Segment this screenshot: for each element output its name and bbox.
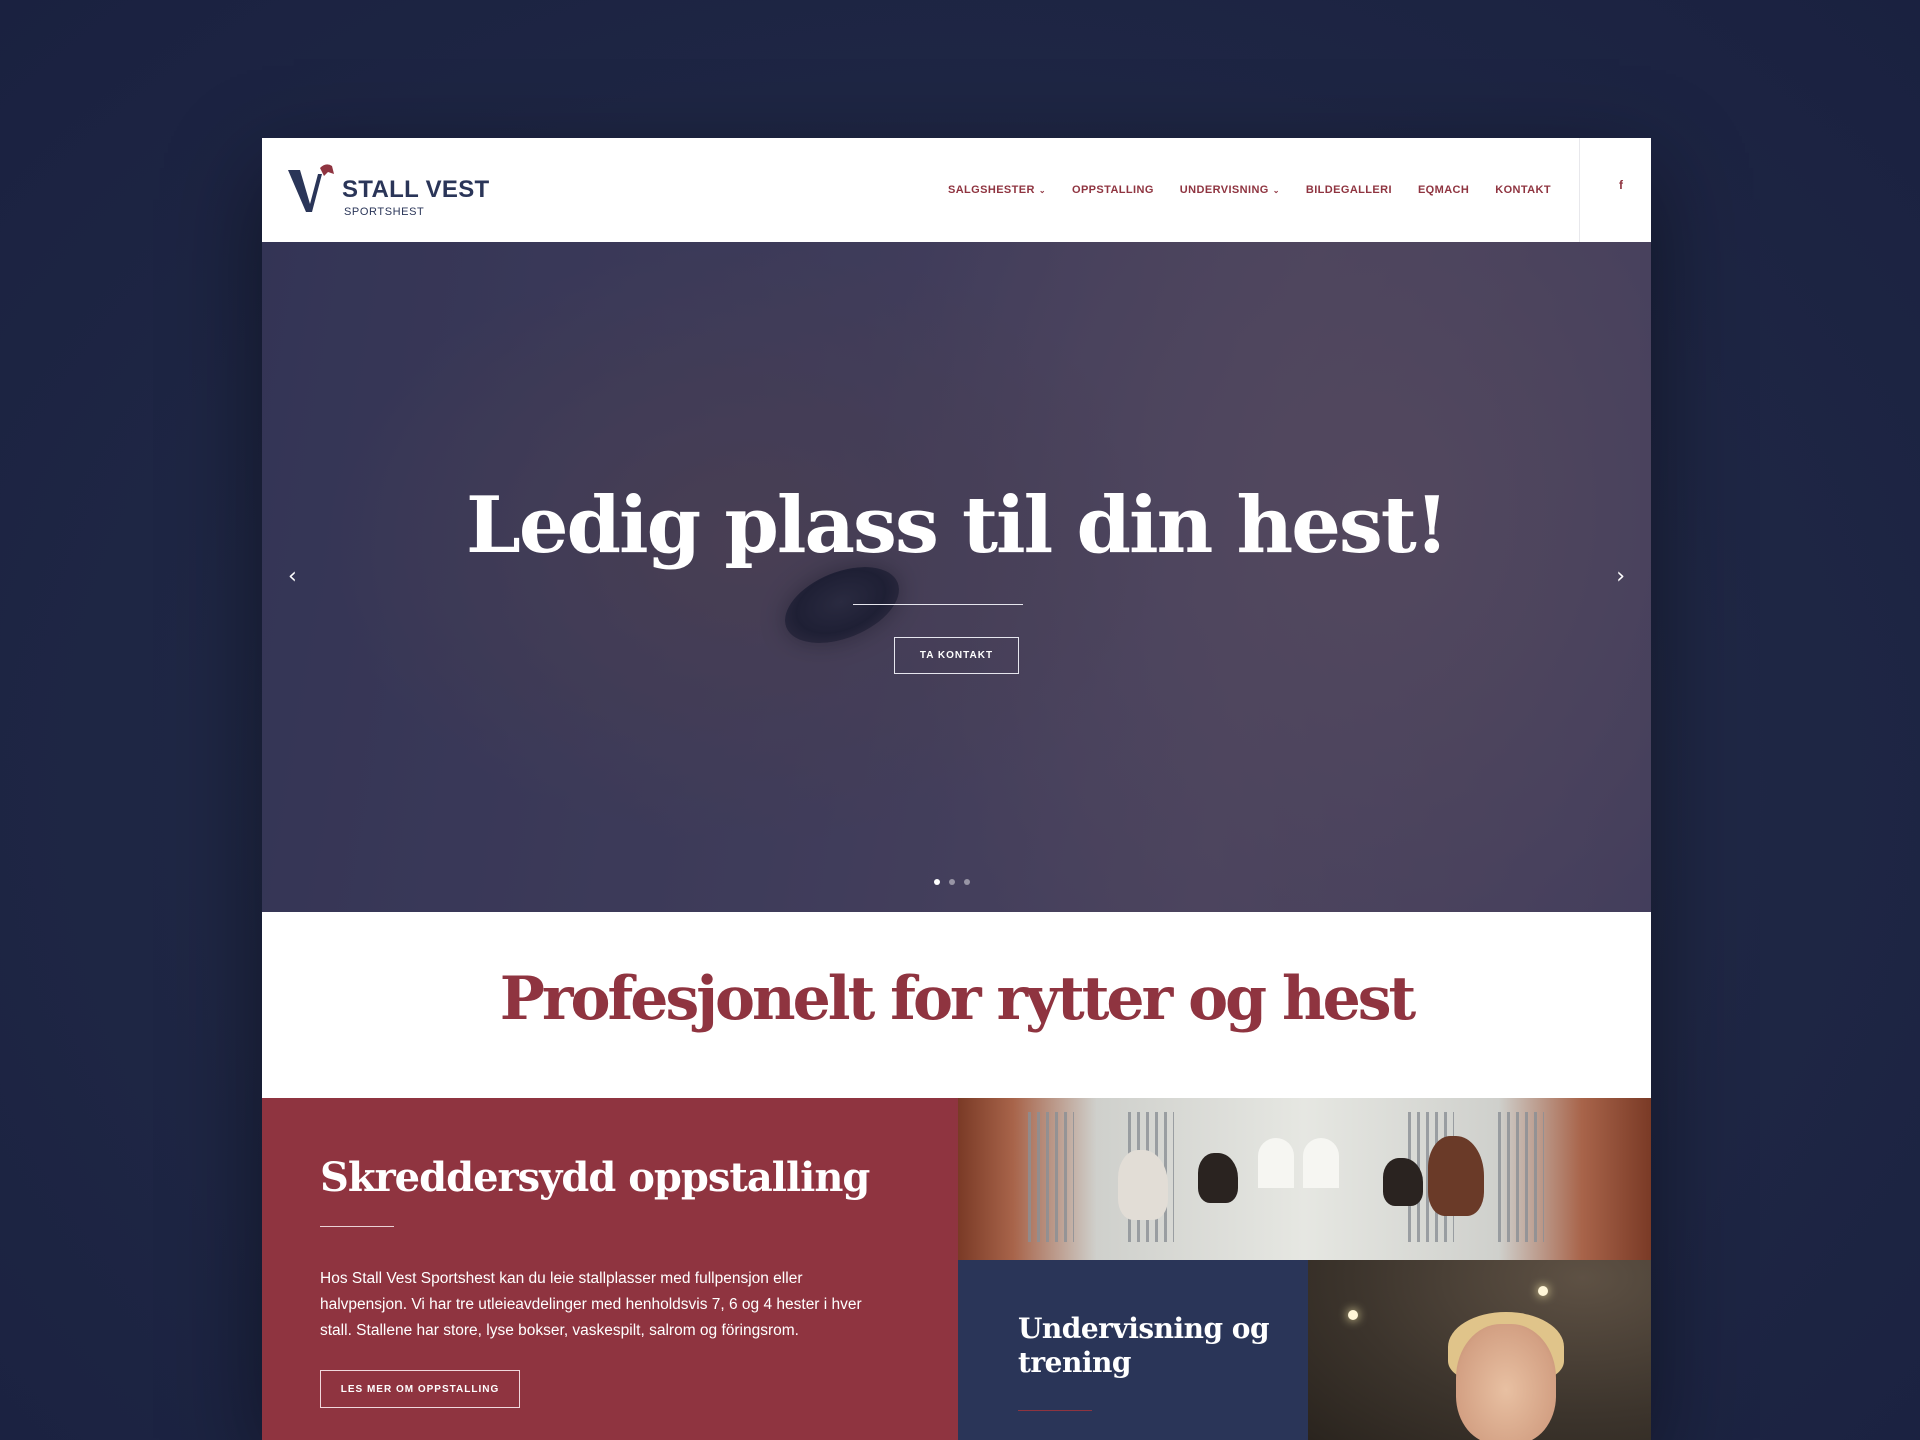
nav-item-label: OPPSTALLING <box>1071 184 1154 196</box>
white-horse <box>1118 1150 1168 1220</box>
nav-item-label: UNDERVISNING <box>1179 184 1269 196</box>
ceiling-light <box>1538 1286 1548 1296</box>
nav-item-undervisning[interactable]: UNDERVISNING ⌄ <box>1180 184 1280 196</box>
ceiling-light <box>1348 1310 1358 1320</box>
chevron-down-icon: ⌄ <box>1272 186 1280 195</box>
logo-tagline: SPORTSHEST <box>344 206 425 218</box>
facebook-icon[interactable]: f <box>1619 178 1623 192</box>
chevron-down-icon: ⌄ <box>1038 186 1046 195</box>
main-nav: SALGSHESTER ⌄ OPPSTALLING UNDERVISNING ⌄ B… <box>948 138 1551 242</box>
trainer-photo <box>1308 1260 1651 1440</box>
trainer-face <box>1456 1324 1556 1440</box>
contact-button[interactable]: TA KONTAKT <box>894 637 1019 674</box>
nav-item-eqmach[interactable]: EQMACH <box>1418 184 1469 196</box>
intro-title: Profesjonelt for rytter og hest <box>499 964 1417 1034</box>
site-header: STALL VEST SPORTSHEST SALGSHESTER ⌄ OPPST… <box>262 138 1651 242</box>
hero-divider <box>853 604 1023 605</box>
brown-horse <box>1428 1136 1484 1216</box>
undervisning-card: Undervisning og trening <box>958 1260 1308 1440</box>
nav-item-kontakt[interactable]: KONTAKT <box>1495 184 1551 196</box>
stable-window <box>1258 1138 1294 1188</box>
chevron-right-icon[interactable]: › <box>1616 564 1625 589</box>
browser-page: STALL VEST SPORTSHEST SALGSHESTER ⌄ OPPST… <box>262 138 1651 1440</box>
logo-v-mark-icon <box>288 164 334 212</box>
dark-horse <box>1383 1158 1423 1206</box>
oppstalling-card: Skreddersydd oppstalling Hos Stall Vest … <box>262 1098 958 1440</box>
nav-item-label: SALGSHESTER <box>947 184 1035 196</box>
nav-item-label: BILDEGALLERI <box>1305 184 1392 196</box>
logo[interactable]: STALL VEST SPORTSHEST <box>286 160 490 220</box>
hero-title: Ledig plass til din hest! <box>465 480 1449 571</box>
nav-item-label: EQMACH <box>1417 184 1470 196</box>
nav-item-bildegalleri[interactable]: BILDEGALLERI <box>1306 184 1392 196</box>
read-more-oppstalling-button[interactable]: LES MER OM OPPSTALLING <box>320 1370 520 1408</box>
nav-item-label: KONTAKT <box>1495 184 1551 196</box>
hero-slider: Ledig plass til din hest! TA KONTAKT ‹ › <box>262 242 1651 912</box>
dark-horse <box>1198 1153 1238 1203</box>
oppstalling-title: Skreddersydd oppstalling <box>320 1154 870 1201</box>
oppstalling-text: Hos Stall Vest Sportshest kan du leie st… <box>320 1270 862 1339</box>
undervisning-divider <box>1018 1410 1092 1411</box>
chevron-left-icon[interactable]: ‹ <box>288 564 297 589</box>
nav-item-salgshester[interactable]: SALGSHESTER ⌄ <box>948 184 1046 196</box>
stable-photo <box>958 1098 1651 1260</box>
header-divider <box>1579 138 1580 242</box>
slider-dot-1[interactable] <box>934 879 940 885</box>
hero-overlay <box>262 242 1651 912</box>
logo-title: STALL VEST <box>342 176 490 203</box>
stall-bay <box>1028 1112 1074 1242</box>
slider-dot-2[interactable] <box>949 879 955 885</box>
nav-item-oppstalling[interactable]: OPPSTALLING <box>1072 184 1154 196</box>
intro-section: Profesjonelt for rytter og hest <box>262 912 1651 1098</box>
oppstalling-divider <box>320 1226 394 1227</box>
slider-dots <box>934 879 970 885</box>
stall-bay <box>1498 1112 1544 1242</box>
stable-window <box>1303 1138 1339 1188</box>
undervisning-title: Undervisning og trening <box>1018 1312 1270 1379</box>
slider-dot-3[interactable] <box>964 879 970 885</box>
